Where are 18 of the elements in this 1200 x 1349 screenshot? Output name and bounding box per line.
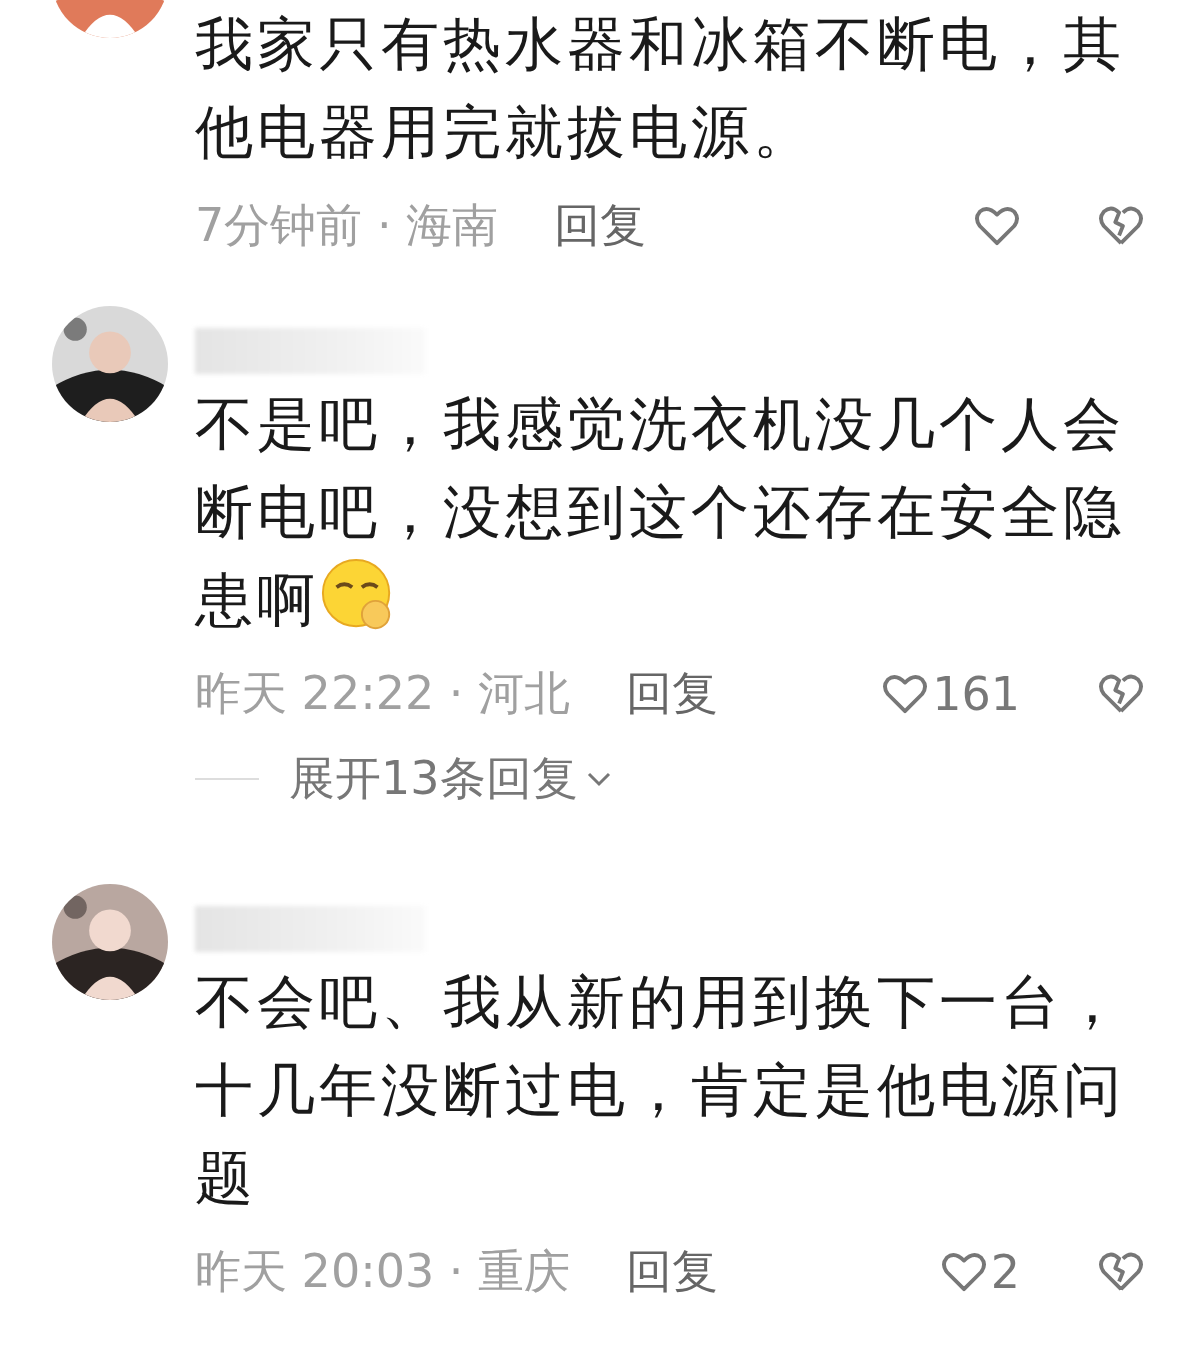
- broken-heart-icon[interactable]: [1098, 205, 1144, 247]
- comment-text: 不会吧、我从新的用到换下一台，十几年没断过电，肯定是他电源问题: [195, 967, 1126, 1214]
- comment-meta: 7分钟前 · 海南: [195, 197, 499, 254]
- expand-replies-link[interactable]: 展开13条回复: [289, 748, 578, 810]
- heart-icon[interactable]: [882, 673, 929, 715]
- heart-icon[interactable]: [974, 205, 1020, 247]
- reply-link[interactable]: 回复: [626, 663, 719, 725]
- comment-text: 我家只有热水器和冰箱不断电，其他电器用完就拔电源。: [195, 9, 1126, 168]
- reply-link[interactable]: 回复: [626, 1241, 719, 1303]
- reply-link[interactable]: 回复: [554, 195, 647, 257]
- broken-heart-icon[interactable]: [1098, 1251, 1144, 1293]
- comment-meta: 昨天 20:03 · 重庆: [195, 1243, 571, 1300]
- comment-meta: 昨天 22:22 · 河北: [195, 665, 571, 722]
- like-count: 161: [932, 667, 1020, 721]
- broken-heart-icon[interactable]: [1098, 673, 1144, 715]
- like-count: 2: [990, 1245, 1020, 1299]
- comment-text: 不是吧，我感觉洗衣机没几个人会断电吧，没想到这个还存在安全隐患啊: [195, 389, 1126, 636]
- heart-icon[interactable]: [940, 1251, 987, 1293]
